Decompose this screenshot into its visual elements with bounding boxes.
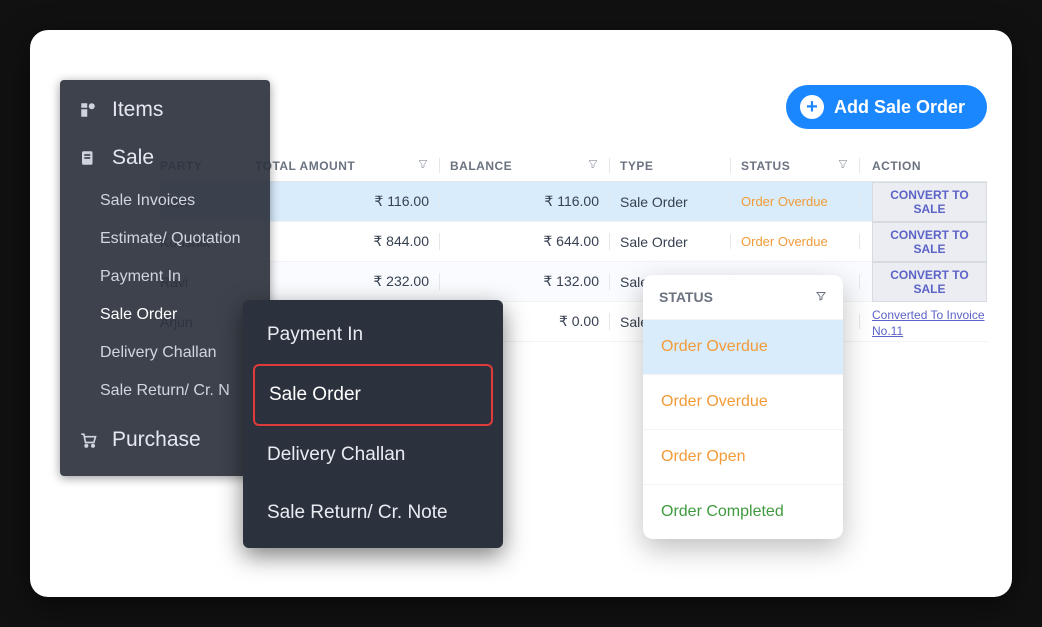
sidebar-sub-item[interactable]: Sale Return/ Cr. N bbox=[60, 372, 270, 410]
convert-to-sale-button[interactable]: CONVERT TO SALE bbox=[872, 182, 987, 222]
status-option[interactable]: Order Overdue bbox=[643, 319, 843, 374]
sidebar-sub-item[interactable]: Sale Order bbox=[60, 296, 270, 334]
convert-to-sale-button[interactable]: CONVERT TO SALE bbox=[872, 262, 987, 302]
sidebar-item-label: Sale bbox=[112, 146, 154, 170]
flyout-item[interactable]: Payment In bbox=[253, 306, 493, 364]
plus-circle-icon bbox=[800, 95, 824, 119]
col-total-amount-label: TOTAL AMOUNT bbox=[255, 159, 355, 173]
cell-balance: ₹ 644.00 bbox=[440, 233, 610, 250]
col-type: TYPE bbox=[610, 159, 730, 173]
cell-total: ₹ 232.00 bbox=[255, 273, 440, 290]
sidebar-item-label: Items bbox=[112, 98, 163, 122]
col-action: ACTION bbox=[860, 159, 987, 173]
topbar: Add Sale Order bbox=[786, 85, 987, 129]
cell-status: Order Overdue bbox=[730, 234, 860, 249]
cell-action: CONVERT TO SALE bbox=[860, 182, 987, 222]
popover-header: STATUS bbox=[643, 275, 843, 319]
sidebar: Items Sale Sale InvoicesEstimate/ Quotat… bbox=[60, 80, 270, 476]
status-option[interactable]: Order Overdue bbox=[643, 374, 843, 429]
filter-icon[interactable] bbox=[587, 158, 599, 173]
sale-flyout-menu: Payment InSale OrderDelivery ChallanSale… bbox=[243, 300, 503, 548]
cell-balance: ₹ 132.00 bbox=[440, 273, 610, 290]
sidebar-sub-item[interactable]: Delivery Challan bbox=[60, 334, 270, 372]
convert-to-sale-button[interactable]: CONVERT TO SALE bbox=[872, 222, 987, 262]
filter-icon[interactable] bbox=[837, 158, 849, 173]
flyout-item[interactable]: Sale Order bbox=[253, 364, 493, 426]
table-row[interactable]: Ravi₹ 116.00₹ 116.00Sale OrderOrder Over… bbox=[160, 182, 987, 222]
converted-invoice-link[interactable]: Converted To Invoice No.11 bbox=[872, 308, 985, 338]
cell-action: Converted To Invoice No.11 bbox=[860, 306, 987, 338]
cell-status: Order Overdue bbox=[730, 194, 860, 209]
cell-total: ₹ 844.00 bbox=[255, 233, 440, 250]
sale-icon bbox=[78, 148, 98, 168]
sidebar-sub-item[interactable]: Payment In bbox=[60, 258, 270, 296]
table-header: PARTY TOTAL AMOUNT BALANCE TYPE STATUS A… bbox=[160, 158, 987, 182]
cell-type: Sale Order bbox=[610, 194, 730, 210]
sidebar-item-label: Purchase bbox=[112, 428, 201, 452]
status-option[interactable]: Order Completed bbox=[643, 484, 843, 539]
col-balance: BALANCE bbox=[440, 158, 610, 173]
app-card: Add Sale Order PARTY TOTAL AMOUNT BALANC… bbox=[30, 30, 1012, 597]
add-button-label: Add Sale Order bbox=[834, 97, 965, 118]
col-total-amount: TOTAL AMOUNT bbox=[255, 158, 440, 173]
sidebar-item-purchase[interactable]: Purchase bbox=[60, 416, 270, 464]
col-status-label: STATUS bbox=[741, 159, 790, 173]
status-option[interactable]: Order Open bbox=[643, 429, 843, 484]
table-row[interactable]: Ravi₹ 232.00₹ 132.00Sale OrderOrder Open… bbox=[160, 262, 987, 302]
sidebar-item-sale[interactable]: Sale bbox=[60, 134, 270, 182]
sidebar-sub-item[interactable]: Estimate/ Quotation bbox=[60, 220, 270, 258]
filter-icon[interactable] bbox=[417, 158, 429, 173]
filter-icon[interactable] bbox=[815, 289, 827, 305]
table-row[interactable]: Koushik₹ 844.00₹ 644.00Sale OrderOrder O… bbox=[160, 222, 987, 262]
add-sale-order-button[interactable]: Add Sale Order bbox=[786, 85, 987, 129]
sidebar-sub-item[interactable]: Sale Invoices bbox=[60, 182, 270, 220]
cell-total: ₹ 116.00 bbox=[255, 193, 440, 210]
cell-action: CONVERT TO SALE bbox=[860, 222, 987, 262]
status-filter-popover: STATUS Order OverdueOrder OverdueOrder O… bbox=[643, 275, 843, 539]
flyout-item[interactable]: Delivery Challan bbox=[253, 426, 493, 484]
cell-type: Sale Order bbox=[610, 234, 730, 250]
sidebar-item-items[interactable]: Items bbox=[60, 86, 270, 134]
flyout-item[interactable]: Sale Return/ Cr. Note bbox=[253, 484, 493, 542]
col-status: STATUS bbox=[730, 158, 860, 173]
cell-action: CONVERT TO SALE bbox=[860, 262, 987, 302]
items-icon bbox=[78, 100, 98, 120]
popover-title: STATUS bbox=[659, 289, 713, 305]
cell-balance: ₹ 116.00 bbox=[440, 193, 610, 210]
col-balance-label: BALANCE bbox=[450, 159, 512, 173]
cart-icon bbox=[78, 430, 98, 450]
